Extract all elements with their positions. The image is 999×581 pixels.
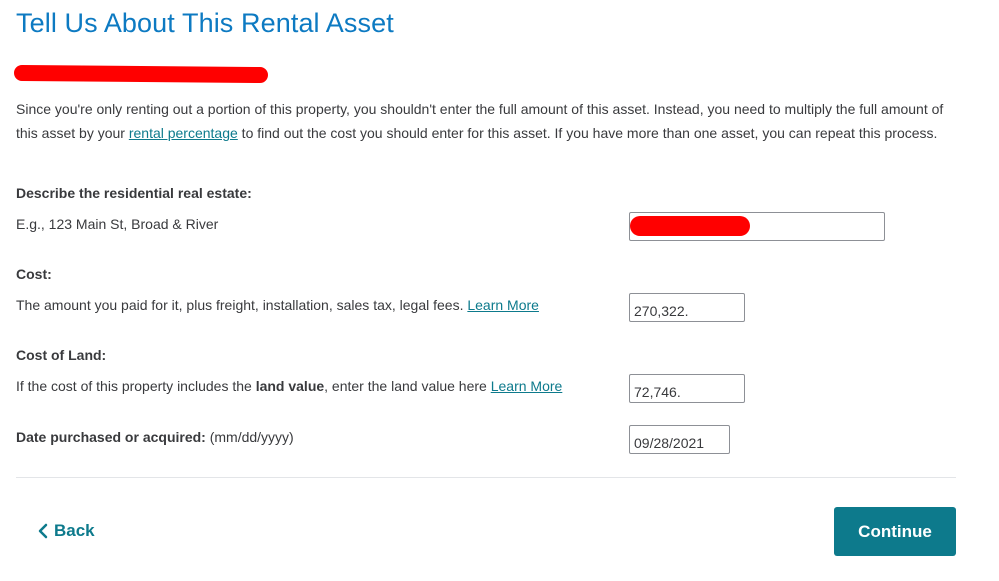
date-label: Date purchased or acquired: — [16, 429, 206, 445]
back-label: Back — [54, 521, 95, 540]
rental-percentage-link[interactable]: rental percentage — [129, 125, 238, 141]
redaction-mark — [13, 64, 269, 84]
cost-learn-more-link[interactable]: Learn More — [467, 297, 539, 313]
redaction-mark — [630, 216, 750, 236]
description-label: Describe the residential real estate: — [16, 185, 252, 201]
land-label: Cost of Land: — [16, 347, 107, 363]
land-help: If the cost of this property includes th… — [16, 378, 562, 394]
date-label-row: Date purchased or acquired: (mm/dd/yyyy) — [16, 429, 294, 445]
intro-paragraph: Since you're only renting out a portion … — [16, 97, 951, 145]
land-learn-more-link[interactable]: Learn More — [491, 378, 563, 394]
land-input[interactable] — [629, 374, 745, 403]
intro-text-end: to find out the cost you should enter fo… — [237, 125, 938, 141]
cost-input[interactable] — [629, 293, 745, 322]
land-help-end: , enter the land value here — [324, 378, 491, 394]
date-input[interactable] — [629, 425, 730, 454]
description-help: E.g., 123 Main St, Broad & River — [16, 216, 219, 232]
cost-help: The amount you paid for it, plus freight… — [16, 297, 539, 313]
chevron-left-icon — [38, 523, 48, 539]
cost-help-text: The amount you paid for it, plus freight… — [16, 297, 468, 313]
land-help-bold: land value — [255, 378, 325, 394]
page-title: Tell Us About This Rental Asset — [16, 8, 394, 38]
date-format-hint: (mm/dd/yyyy) — [205, 429, 294, 445]
footer-divider — [16, 477, 956, 478]
back-button[interactable]: Back — [38, 521, 95, 541]
land-help-start: If the cost of this property includes th… — [16, 378, 256, 394]
cost-label: Cost: — [16, 266, 52, 282]
continue-button[interactable]: Continue — [834, 507, 956, 556]
